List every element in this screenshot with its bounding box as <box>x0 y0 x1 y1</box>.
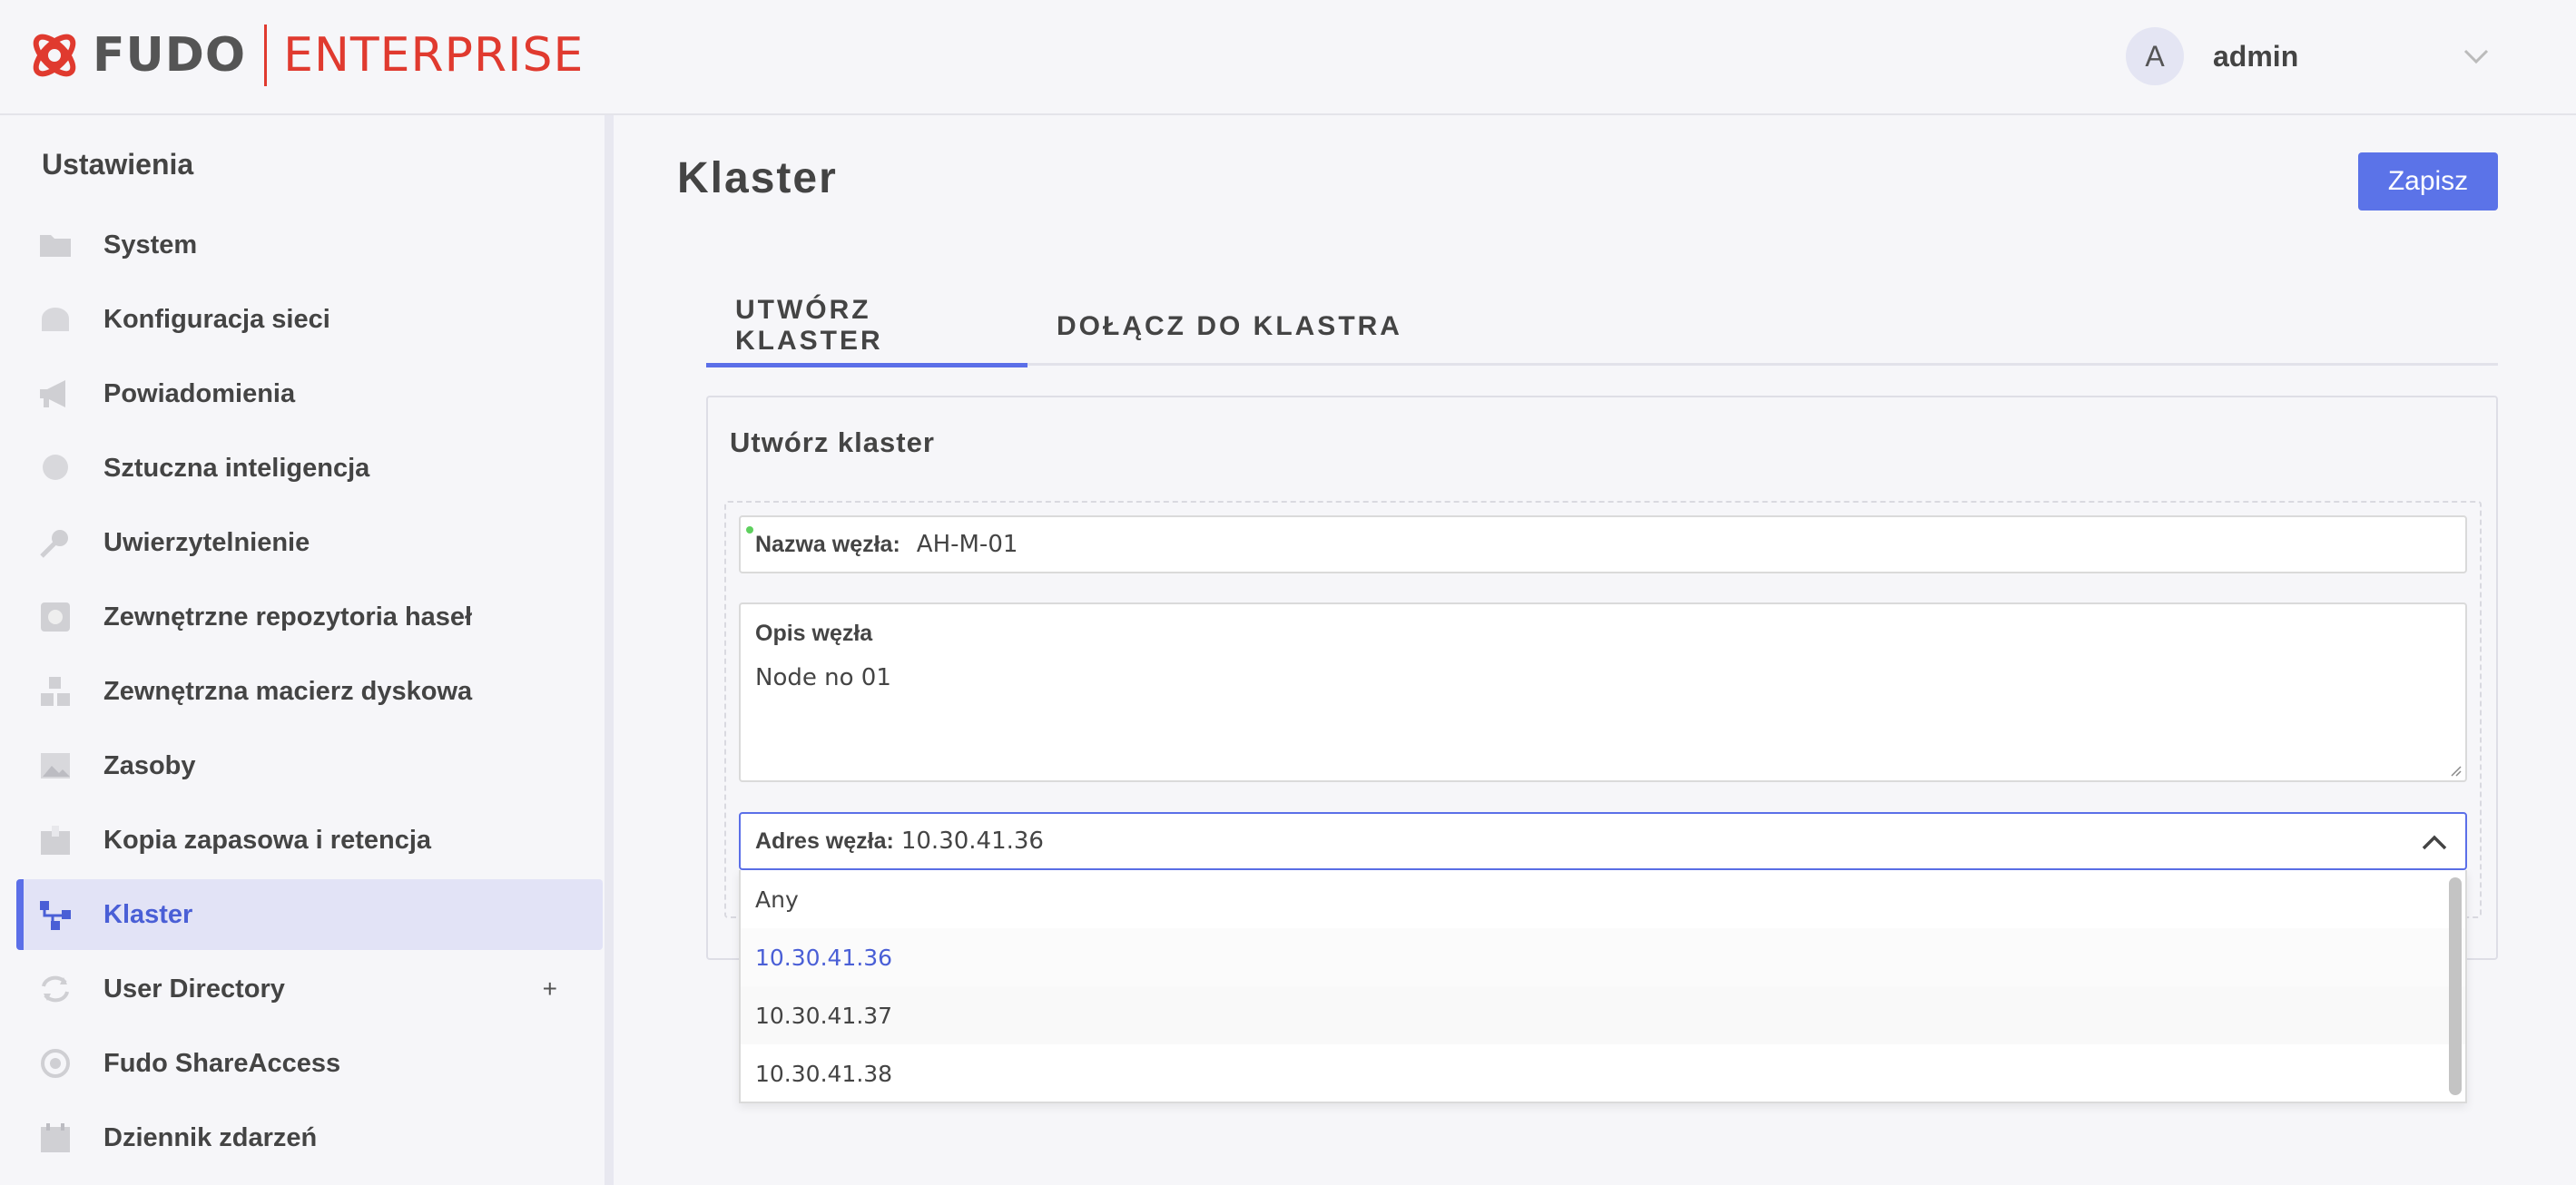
sidebar-item-label: Klaster <box>103 899 193 929</box>
sidebar-item-label: Dziennik zdarzeń <box>103 1122 318 1152</box>
sidebar-item-label: Kopia zapasowa i retencja <box>103 825 432 855</box>
username[interactable]: admin <box>2213 40 2458 73</box>
sidebar-item-external-storage[interactable]: Zewnętrzna macierz dyskowa <box>16 656 603 727</box>
fudo-logo-icon <box>33 34 76 77</box>
sidebar-item-label: Zewnętrzna macierz dyskowa <box>103 676 473 706</box>
sidebar-item-backup[interactable]: Kopia zapasowa i retencja <box>16 805 603 876</box>
node-name-label: Nazwa węzła: <box>755 531 900 557</box>
sidebar-item-notifications[interactable]: Powiadomienia <box>16 358 603 429</box>
node-description-field[interactable]: Opis węzła Node no 01 <box>739 602 2467 782</box>
sidebar-item-label: Zasoby <box>103 750 196 780</box>
dropdown-option[interactable]: 10.30.41.37 <box>741 986 2465 1044</box>
dropdown-option-selected[interactable]: 10.30.41.36 <box>741 928 2465 986</box>
tab-bar: UTWÓRZ KLASTER DOŁĄCZ DO KLASTRA <box>706 288 2498 367</box>
tab-join-cluster[interactable]: DOŁĄCZ DO KLASTRA <box>1027 288 1402 366</box>
save-button[interactable]: Zapisz <box>2358 152 2498 211</box>
card-title: Utwórz klaster <box>730 426 935 458</box>
chevron-up-icon[interactable] <box>2416 825 2453 861</box>
sidebar-item-label: Sztuczna inteligencja <box>103 453 370 483</box>
expand-plus-icon[interactable]: + <box>543 974 557 1004</box>
sidebar-item-label: Konfiguracja sieci <box>103 304 330 334</box>
folder-icon <box>38 228 73 262</box>
resize-handle-icon[interactable] <box>2447 762 2462 777</box>
logo-product-text: ENTERPRISE <box>283 28 585 83</box>
status-dot <box>746 526 753 534</box>
megaphone-icon <box>38 377 73 411</box>
archive-icon <box>38 823 73 857</box>
key-icon <box>38 525 73 560</box>
avatar[interactable]: A <box>2126 27 2184 85</box>
vault-icon <box>38 600 73 634</box>
sidebar-item-authentication[interactable]: Uwierzytelnienie <box>16 507 603 578</box>
sidebar-item-label: System <box>103 230 198 260</box>
node-address-dropdown: Any 10.30.41.36 10.30.41.37 10.30.41.38 <box>739 870 2467 1103</box>
cluster-icon <box>38 897 73 932</box>
brain-icon <box>38 451 73 485</box>
share-icon <box>38 1046 73 1081</box>
image-icon <box>38 749 73 783</box>
dropdown-option-any[interactable]: Any <box>741 870 2465 928</box>
node-address-label: Adres węzła: <box>755 828 894 854</box>
node-description-label: Opis węzła <box>755 621 873 646</box>
sidebar-item-resources[interactable]: Zasoby <box>16 730 603 801</box>
chevron-down-icon[interactable] <box>2458 38 2494 74</box>
top-bar: FUDO ENTERPRISE A admin <box>0 0 2576 115</box>
sidebar-item-user-directory[interactable]: User Directory + <box>16 954 603 1024</box>
sidebar-item-label: Fudo ShareAccess <box>103 1048 341 1078</box>
fudo-logo[interactable]: FUDO ENTERPRISE <box>25 24 584 87</box>
sidebar-item-password-vaults[interactable]: Zewnętrzne repozytoria haseł <box>16 582 603 652</box>
sidebar-item-label: Zewnętrzne repozytoria haseł <box>103 602 473 632</box>
settings-sidebar: Ustawienia System Konfiguracja sieci Pow… <box>0 115 614 1185</box>
calendar-icon <box>38 1121 73 1155</box>
node-name-value[interactable]: AH-M-01 <box>917 531 1018 558</box>
sidebar-item-shareaccess[interactable]: Fudo ShareAccess <box>16 1028 603 1099</box>
tab-create-cluster[interactable]: UTWÓRZ KLASTER <box>706 288 1027 367</box>
user-menu[interactable]: A admin <box>2126 27 2494 85</box>
page-title: Klaster <box>677 154 838 202</box>
sidebar-item-network[interactable]: Konfiguracja sieci <box>16 284 603 355</box>
network-icon <box>38 302 73 337</box>
node-description-value[interactable]: Node no 01 <box>755 664 891 691</box>
sidebar-item-event-log[interactable]: Dziennik zdarzeń <box>16 1102 603 1173</box>
boxes-icon <box>38 674 73 709</box>
sidebar-item-cluster[interactable]: Klaster <box>16 879 603 950</box>
logo-brand-text: FUDO <box>93 28 247 83</box>
sidebar-item-label: Powiadomienia <box>103 378 296 408</box>
sidebar-item-label: Uwierzytelnienie <box>103 527 310 557</box>
sidebar-item-system[interactable]: System <box>16 210 603 280</box>
dropdown-option[interactable]: 10.30.41.38 <box>741 1044 2465 1102</box>
sidebar-item-label: User Directory <box>103 974 285 1004</box>
node-address-select[interactable]: Adres węzła: 10.30.41.36 <box>739 812 2467 870</box>
sidebar-nav: System Konfiguracja sieci Powiadomienia … <box>16 210 603 1177</box>
node-address-value: 10.30.41.36 <box>900 828 1044 855</box>
dropdown-scrollbar[interactable] <box>2449 877 2462 1095</box>
sidebar-title: Ustawienia <box>42 148 194 181</box>
node-name-field[interactable]: Nazwa węzła: AH-M-01 <box>739 515 2467 573</box>
sidebar-item-ai[interactable]: Sztuczna inteligencja <box>16 433 603 504</box>
sync-icon <box>38 972 73 1006</box>
logo-separator <box>264 24 268 86</box>
